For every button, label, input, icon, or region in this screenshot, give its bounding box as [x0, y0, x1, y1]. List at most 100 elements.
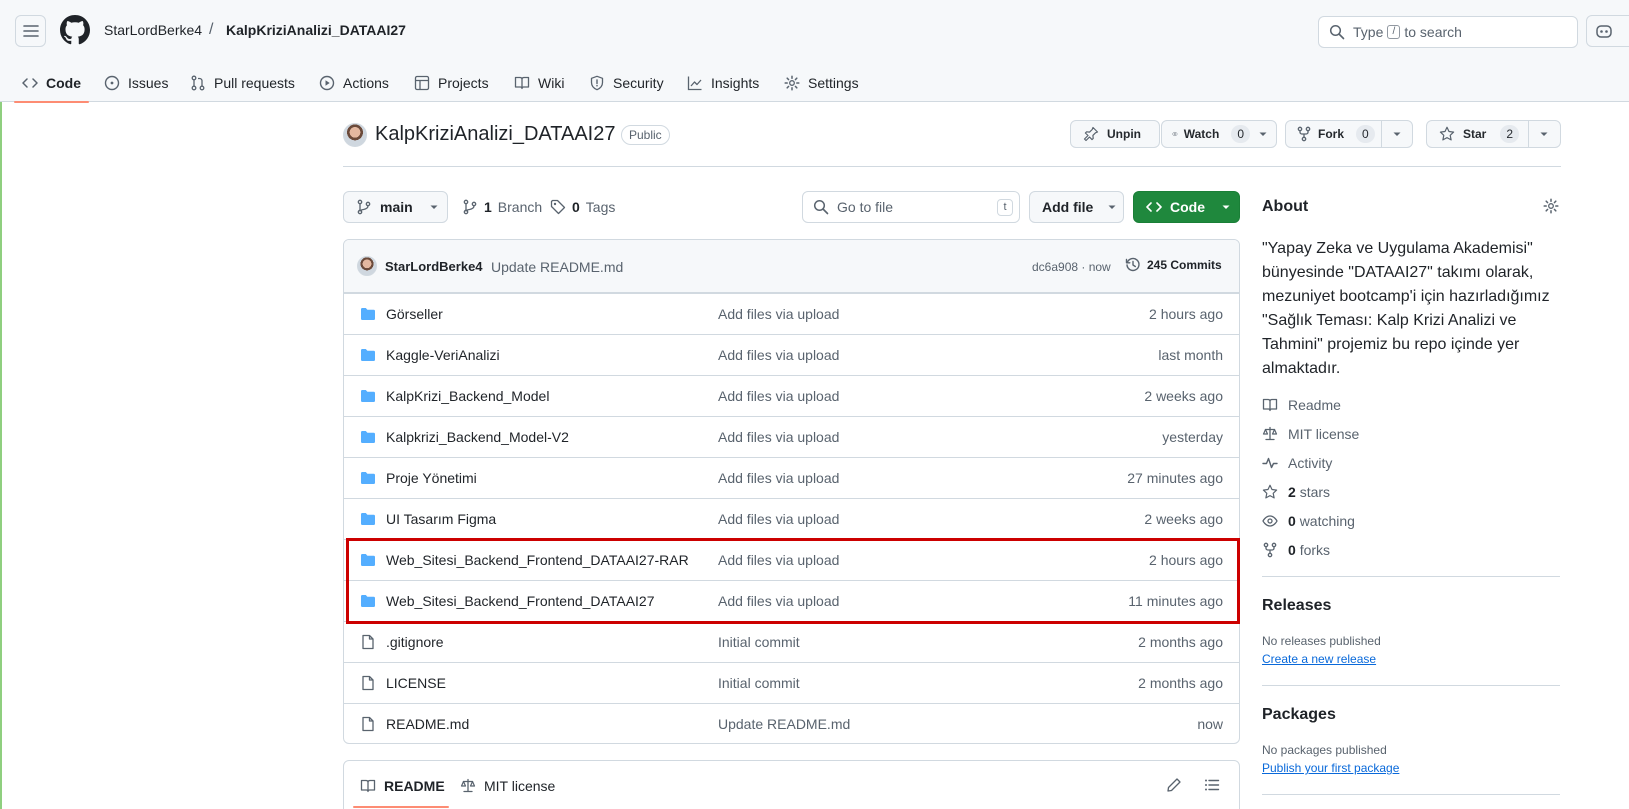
license-tab[interactable]: MIT license [460, 778, 555, 794]
commit-author[interactable]: StarLordBerke4 [385, 259, 483, 274]
go-to-file-input[interactable]: Go to file t [802, 191, 1020, 223]
file-row[interactable]: KalpKrizi_Backend_Model Add files via upl… [344, 375, 1239, 416]
tab-wiki[interactable]: Wiki [514, 64, 564, 102]
file-name-link[interactable]: Proje Yönetimi [386, 470, 477, 486]
file-row[interactable]: Web_Sitesi_Backend_Frontend_DATAAI27 Add … [344, 580, 1239, 621]
folder-icon [360, 388, 376, 404]
commits-history-link[interactable]: 245 Commits [1125, 257, 1222, 273]
file-commit-message[interactable]: Initial commit [718, 634, 800, 650]
watch-button[interactable]: Watch 0 [1162, 125, 1250, 143]
file-commit-message[interactable]: Add files via upload [718, 511, 839, 527]
file-name-link[interactable]: Kalpkrizi_Backend_Model-V2 [386, 429, 569, 445]
law-icon [460, 778, 476, 793]
readme-outline-button[interactable] [1204, 777, 1220, 793]
file-commit-message[interactable]: Update README.md [718, 716, 850, 732]
file-row[interactable]: .gitignore Initial commit 2 months ago [344, 621, 1239, 662]
edit-readme-button[interactable] [1166, 777, 1182, 793]
tab-issues[interactable]: Issues [104, 64, 168, 102]
file-name-link[interactable]: KalpKrizi_Backend_Model [386, 388, 549, 404]
tab-label: Issues [128, 75, 169, 91]
owner-avatar[interactable] [343, 123, 367, 147]
file-name-link[interactable]: .gitignore [386, 634, 444, 650]
file-commit-age: 2 months ago [1138, 675, 1223, 691]
watch-dropdown[interactable] [1250, 121, 1276, 147]
tab-actions[interactable]: Actions [319, 64, 389, 102]
readme-tab[interactable]: README [360, 778, 445, 794]
hamburger-menu-button[interactable] [15, 15, 46, 47]
file-commit-message[interactable]: Add files via upload [718, 429, 839, 445]
create-release-link[interactable]: Create a new release [1262, 652, 1376, 666]
file-name-link[interactable]: Web_Sitesi_Backend_Frontend_DATAAI27 [386, 593, 655, 609]
github-logo-icon[interactable] [60, 15, 90, 45]
star-dropdown[interactable] [1527, 121, 1560, 147]
packages-heading[interactable]: Packages [1262, 706, 1336, 724]
file-name-link[interactable]: LICENSE [386, 675, 446, 691]
copilot-button[interactable] [1586, 15, 1629, 47]
breadcrumb-owner[interactable]: StarLordBerke4 [104, 22, 202, 38]
tab-settings[interactable]: Settings [784, 64, 859, 102]
file-commit-message[interactable]: Add files via upload [718, 388, 839, 404]
file-name-link[interactable]: Kaggle-VeriAnalizi [386, 347, 500, 363]
file-row[interactable]: README.md Update README.md now [344, 703, 1239, 743]
tags-link[interactable]: 0 Tags [550, 199, 615, 215]
file-name-link[interactable]: UI Tasarım Figma [386, 511, 496, 527]
fork-button[interactable]: Fork 0 [1286, 125, 1381, 143]
code-clone-button[interactable]: Code [1133, 191, 1240, 223]
sidebar-activity-link[interactable]: Activity [1262, 455, 1332, 471]
book-icon [514, 76, 530, 90]
sidebar-divider [1262, 685, 1560, 686]
tab-security[interactable]: Security [589, 64, 664, 102]
file-name-link[interactable]: README.md [386, 716, 469, 732]
file-commit-message[interactable]: Add files via upload [718, 593, 839, 609]
releases-heading[interactable]: Releases [1262, 597, 1331, 615]
latest-commit-bar: StarLordBerke4 Update README.md dc6a908 … [344, 240, 1239, 293]
file-commit-message[interactable]: Add files via upload [718, 347, 839, 363]
file-commit-message[interactable]: Add files via upload [718, 552, 839, 568]
go-to-file-placeholder: Go to file [837, 199, 894, 215]
sidebar-forks-link[interactable]: 0 forks [1262, 542, 1330, 558]
commit-author-avatar[interactable] [357, 256, 377, 276]
caret-down-icon [1259, 132, 1267, 136]
tab-projects[interactable]: Projects [414, 64, 489, 102]
edit-about-button[interactable] [1543, 198, 1559, 214]
file-row[interactable]: Kaggle-VeriAnalizi Add files via upload la… [344, 334, 1239, 375]
file-commit-message[interactable]: Add files via upload [718, 306, 839, 322]
file-name-link[interactable]: Görseller [386, 306, 443, 322]
branch-count: 1 [484, 199, 492, 215]
branches-link[interactable]: 1 Branch [462, 199, 542, 215]
sidebar-stars-link[interactable]: 2 stars [1262, 484, 1330, 500]
file-icon [360, 716, 376, 732]
commit-hash[interactable]: dc6a908 · now [1032, 260, 1111, 274]
fork-dropdown[interactable] [1380, 121, 1412, 147]
tab-insights[interactable]: Insights [687, 64, 759, 102]
file-row[interactable]: Görseller Add files via upload 2 hours ago [344, 293, 1239, 334]
search-placeholder-prefix: Type [1353, 24, 1384, 40]
add-file-button[interactable]: Add file [1029, 191, 1124, 223]
sidebar-watching-link[interactable]: 0 watching [1262, 513, 1355, 529]
file-commit-message[interactable]: Add files via upload [718, 470, 839, 486]
about-description: "Yapay Zeka ve Uygulama Akademisi" bünye… [1262, 240, 1550, 377]
file-commit-age: 2 weeks ago [1144, 388, 1223, 404]
file-commit-age: 2 months ago [1138, 634, 1223, 650]
branch-selector[interactable]: main [343, 191, 448, 223]
tab-pull-requests[interactable]: Pull requests [190, 64, 295, 102]
file-name-link[interactable]: Web_Sitesi_Backend_Frontend_DATAAI27-RAR [386, 552, 689, 568]
file-commit-message[interactable]: Initial commit [718, 675, 800, 691]
tab-code[interactable]: Code [14, 64, 89, 103]
file-row[interactable]: Web_Sitesi_Backend_Frontend_DATAAI27-RAR… [344, 539, 1239, 580]
unpin-button[interactable]: Unpin [1070, 120, 1160, 148]
breadcrumb-repo[interactable]: KalpKriziAnalizi_DATAAI27 [226, 22, 406, 38]
file-row[interactable]: UI Tasarım Figma Add files via upload 2 we… [344, 498, 1239, 539]
file-row[interactable]: Proje Yönetimi Add files via upload 27 min… [344, 457, 1239, 498]
global-search-input[interactable]: Type / to search [1318, 16, 1578, 48]
publish-package-link[interactable]: Publish your first package [1262, 761, 1399, 775]
add-file-label: Add file [1042, 199, 1094, 215]
repo-title[interactable]: KalpKriziAnalizi_DATAAI27 [375, 123, 615, 146]
commit-message[interactable]: Update README.md [491, 259, 623, 275]
sidebar-readme-link[interactable]: Readme [1262, 397, 1341, 413]
file-row[interactable]: Kalpkrizi_Backend_Model-V2 Add files via … [344, 416, 1239, 457]
file-row[interactable]: LICENSE Initial commit 2 months ago [344, 662, 1239, 703]
sidebar-license-link[interactable]: MIT license [1262, 426, 1359, 442]
search-icon [813, 199, 829, 215]
star-button[interactable]: Star 2 [1427, 125, 1528, 143]
